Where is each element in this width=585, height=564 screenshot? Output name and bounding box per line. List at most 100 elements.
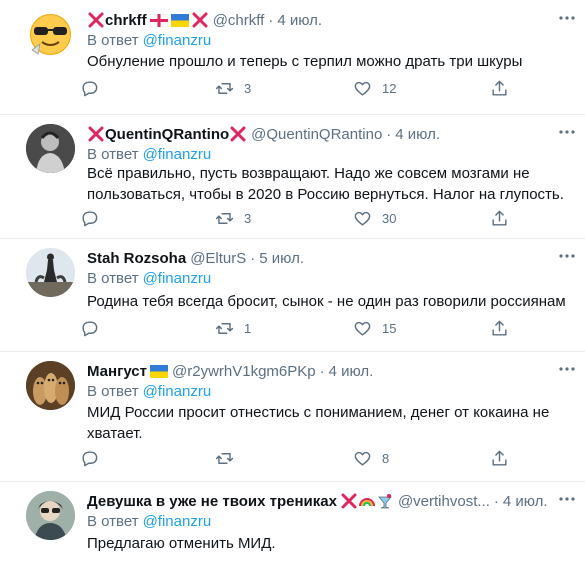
retweet-icon xyxy=(215,453,234,464)
share-button[interactable] xyxy=(490,449,509,468)
reply-mention-link[interactable]: @finanzru xyxy=(143,146,212,163)
more-options-icon[interactable] xyxy=(557,8,577,28)
retweet-count: 3 xyxy=(244,211,252,226)
username[interactable]: @vertihvost... xyxy=(398,493,490,510)
reply-label: В ответ xyxy=(87,146,139,163)
reply-icon xyxy=(82,321,98,337)
tweet-actions: 1 15 xyxy=(80,319,520,343)
retweet-button[interactable]: 1 xyxy=(215,319,251,338)
display-name[interactable]: Stah Rozsoha xyxy=(87,250,186,267)
retweet-count: 1 xyxy=(244,321,252,336)
share-icon xyxy=(492,320,507,336)
tweet-text: МИД России просит отнестись с пониманием… xyxy=(87,404,550,442)
avatar[interactable] xyxy=(26,491,75,540)
reply-label: В ответ xyxy=(87,383,139,400)
avatar[interactable] xyxy=(26,124,75,173)
username[interactable]: @r2ywrhV1kgm6PKp xyxy=(172,363,316,380)
username[interactable]: @QuentinQRantino xyxy=(251,126,382,143)
tweet-text: Всё правильно, пусть возвращают. Надо же… xyxy=(87,165,564,203)
more-options-icon[interactable] xyxy=(557,122,577,142)
tweet-header: Девушка в уже не твоих трениках @vertihv… xyxy=(87,491,548,511)
username[interactable]: @chrkff xyxy=(213,12,265,29)
retweet-button[interactable]: 3 xyxy=(215,79,251,98)
ukraine-flag-icon xyxy=(150,364,168,378)
reply-context: В ответ @finanzru xyxy=(87,513,211,530)
timestamp[interactable]: 4 июл. xyxy=(277,12,322,29)
tweet[interactable]: Девушка в уже не твоих трениках @vertihv… xyxy=(0,481,585,564)
like-count: 12 xyxy=(382,81,397,96)
tweet-header: Stah Rozsoha @ElturS · 5 июл. xyxy=(87,248,304,268)
more-options-icon[interactable] xyxy=(557,359,577,379)
tweet-header: QuentinQRantino @QuentinQRantino · 4 июл… xyxy=(87,124,440,144)
avatar[interactable] xyxy=(26,361,75,410)
tweet[interactable]: QuentinQRantino @QuentinQRantino · 4 июл… xyxy=(0,114,585,239)
reply-button[interactable] xyxy=(80,209,99,228)
tweet[interactable]: Мангуст @r2ywrhV1kgm6PKp · 4 июл. В отве… xyxy=(0,351,585,482)
heart-icon xyxy=(354,451,371,466)
heart-icon xyxy=(354,81,371,96)
tweet[interactable]: Stah Rozsoha @ElturS · 5 июл. В ответ @fi… xyxy=(0,238,585,352)
retweet-icon xyxy=(215,213,234,224)
separator-dot: · xyxy=(386,125,392,143)
retweet-icon xyxy=(215,323,234,334)
reply-mention-link[interactable]: @finanzru xyxy=(143,383,212,400)
display-name[interactable]: QuentinQRantino xyxy=(105,126,229,143)
share-icon xyxy=(492,450,507,466)
separator-dot: · xyxy=(250,249,256,267)
retweet-button[interactable] xyxy=(215,449,244,468)
reply-button[interactable] xyxy=(80,79,99,98)
tweet-header: chrkff @chrkff · 4 июл. xyxy=(87,10,322,30)
ukraine-flag-icon xyxy=(170,13,189,27)
more-options-icon[interactable] xyxy=(557,246,577,266)
timestamp[interactable]: 4 июл. xyxy=(329,363,374,380)
red-cross-icon xyxy=(230,126,246,142)
share-button[interactable] xyxy=(490,209,509,228)
reply-mention-link[interactable]: @finanzru xyxy=(143,32,212,49)
display-name[interactable]: chrkff xyxy=(105,12,147,29)
timestamp[interactable]: 4 июл. xyxy=(395,126,440,143)
avatar[interactable] xyxy=(26,10,75,59)
display-name[interactable]: Девушка в уже не твоих трениках xyxy=(87,493,337,510)
red-cross-icon xyxy=(88,12,104,28)
retweet-button[interactable]: 3 xyxy=(215,209,251,228)
reply-icon xyxy=(82,81,98,97)
retweet-icon xyxy=(215,83,234,94)
photo-avatar-icon xyxy=(26,491,75,540)
reply-label: В ответ xyxy=(87,270,139,287)
share-button[interactable] xyxy=(490,79,509,98)
like-button[interactable]: 30 xyxy=(353,209,396,228)
tweet-header: Мангуст @r2ywrhV1kgm6PKp · 4 июл. xyxy=(87,361,373,381)
like-count: 15 xyxy=(382,321,397,336)
share-button[interactable] xyxy=(490,319,509,338)
separator-dot: · xyxy=(493,492,499,510)
like-button[interactable]: 15 xyxy=(353,319,396,338)
rainbow-icon xyxy=(358,498,375,507)
tweet-text: Предлагаю отменить МИД. xyxy=(87,535,276,552)
separator-dot: · xyxy=(319,362,325,380)
separator-dot: · xyxy=(268,11,274,29)
red-cross-icon xyxy=(88,126,104,142)
tweet-actions: 8 xyxy=(80,449,520,473)
like-button[interactable]: 8 xyxy=(353,449,389,468)
reply-button[interactable] xyxy=(80,449,99,468)
georgian-flag-icon xyxy=(149,13,168,27)
heart-icon xyxy=(354,211,371,226)
photo-avatar-icon xyxy=(26,124,75,173)
tweet[interactable]: chrkff @chrkff · 4 июл. В ответ @finanzru… xyxy=(0,0,585,115)
avatar[interactable] xyxy=(26,248,75,297)
retweet-count: 3 xyxy=(244,81,252,96)
reply-button[interactable] xyxy=(80,319,99,338)
meerkats-photo-avatar-icon xyxy=(26,361,75,410)
share-icon xyxy=(492,210,507,226)
sunglasses-emoji-icon xyxy=(30,14,71,55)
more-options-icon[interactable] xyxy=(557,489,577,509)
username[interactable]: @ElturS xyxy=(190,250,246,267)
display-name[interactable]: Мангуст xyxy=(87,363,147,380)
like-button[interactable]: 12 xyxy=(353,79,396,98)
timestamp[interactable]: 5 июл. xyxy=(259,250,304,267)
reply-mention-link[interactable]: @finanzru xyxy=(143,270,212,287)
reply-label: В ответ xyxy=(87,513,139,530)
reply-label: В ответ xyxy=(87,32,139,49)
timestamp[interactable]: 4 июл. xyxy=(503,493,548,510)
reply-mention-link[interactable]: @finanzru xyxy=(143,513,212,530)
